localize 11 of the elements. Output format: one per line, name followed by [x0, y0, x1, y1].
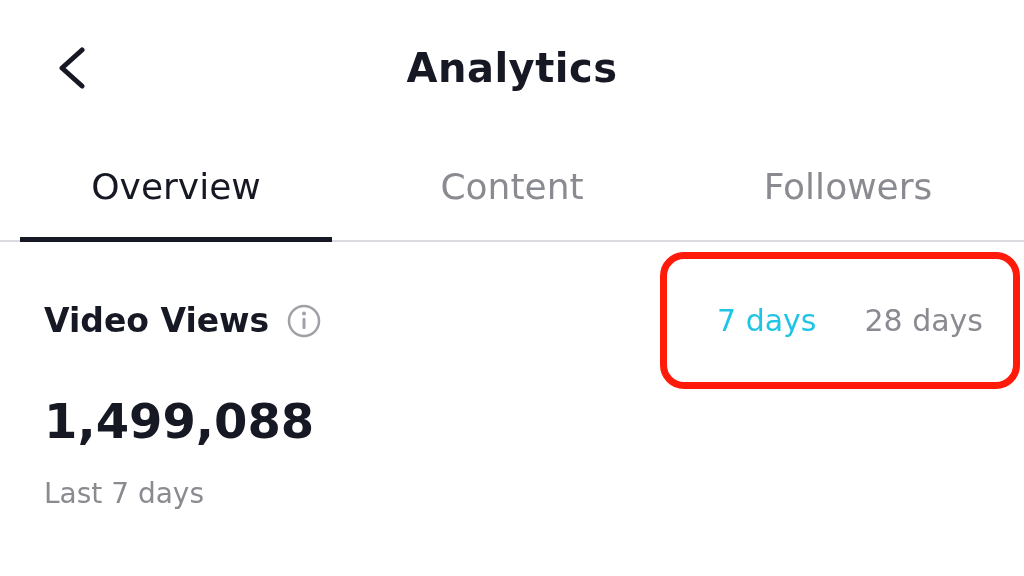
period-option[interactable]: 28 days: [864, 303, 983, 338]
tab[interactable]: Content: [356, 136, 668, 242]
tab[interactable]: Overview: [20, 136, 332, 242]
chevron-left-icon: [56, 47, 86, 89]
period-option[interactable]: 7 days: [717, 303, 817, 338]
metric-caption: Last 7 days: [44, 477, 206, 510]
page-title: Analytics: [406, 45, 618, 91]
metric-value: 1,499,088: [44, 393, 316, 449]
info-icon[interactable]: [287, 303, 322, 338]
tab[interactable]: Followers: [692, 136, 1004, 242]
metric-title: Video Views: [44, 301, 270, 340]
